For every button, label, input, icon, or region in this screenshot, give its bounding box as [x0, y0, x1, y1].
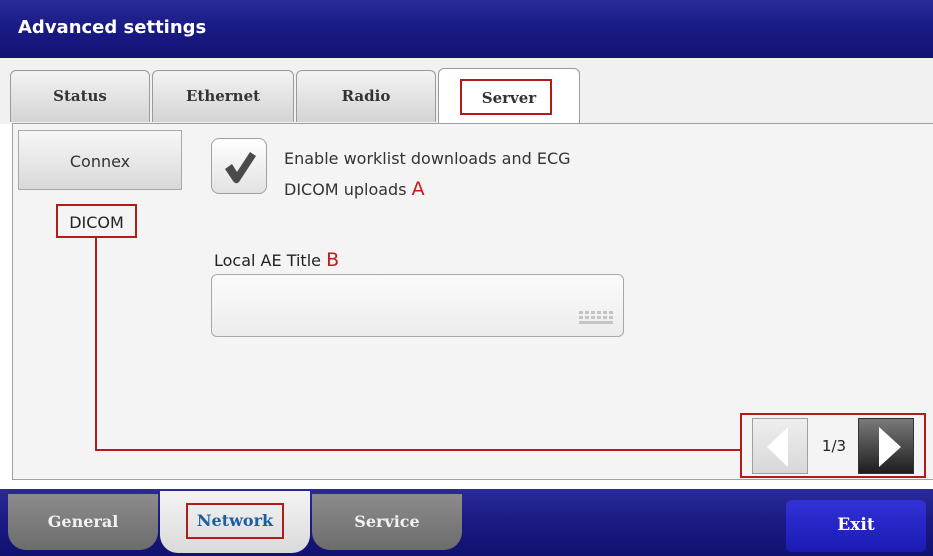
enable-dicom-label-line2: DICOM uploads — [284, 180, 407, 199]
checkmark-icon — [225, 152, 256, 184]
sidebar-item-connex[interactable]: Connex — [18, 130, 182, 190]
annotation-line-vertical — [95, 238, 97, 451]
sidebar-item-connex-label: Connex — [69, 152, 131, 171]
local-ae-title-label-text: Local AE Title — [214, 251, 321, 270]
tab-status[interactable]: Status — [10, 70, 150, 122]
server-tab-highlight — [460, 79, 552, 115]
annotation-line-horizontal — [95, 449, 742, 451]
local-ae-title-label: Local AE Title B — [214, 249, 339, 271]
arrow-right-icon — [879, 427, 901, 467]
tab-radio[interactable]: Radio — [296, 70, 436, 122]
arrow-left-icon — [767, 427, 788, 467]
enable-dicom-checkbox[interactable] — [211, 138, 267, 194]
local-ae-title-input[interactable] — [211, 274, 624, 337]
next-page-button[interactable] — [858, 418, 914, 474]
tab-ethernet[interactable]: Ethernet — [152, 70, 294, 122]
callout-a: A — [411, 178, 425, 200]
network-tab-highlight — [186, 503, 284, 539]
bottom-tab-service-label: Service — [354, 512, 420, 531]
sidebar-item-dicom-label: DICOM — [69, 213, 124, 232]
bottom-tab-service[interactable]: Service — [312, 494, 462, 550]
enable-dicom-label: Enable worklist downloads and ECG DICOM … — [284, 144, 571, 205]
sidebar-item-dicom[interactable]: DICOM — [56, 204, 137, 238]
window-title: Advanced settings — [18, 17, 207, 38]
bottom-tab-general-label: General — [47, 512, 119, 531]
tab-ethernet-label: Ethernet — [185, 87, 261, 105]
exit-button[interactable]: Exit — [786, 500, 926, 552]
bottom-tab-general[interactable]: General — [8, 494, 158, 550]
previous-page-button[interactable] — [752, 418, 808, 474]
tab-status-label: Status — [53, 87, 107, 105]
tab-radio-label: Radio — [341, 87, 391, 105]
keyboard-icon[interactable] — [578, 310, 614, 326]
exit-button-label: Exit — [837, 515, 875, 535]
page-indicator: 1/3 — [821, 437, 847, 455]
enable-dicom-label-line1: Enable worklist downloads and ECG — [284, 149, 571, 168]
callout-b: B — [326, 249, 340, 271]
title-bar: Advanced settings — [0, 0, 933, 58]
